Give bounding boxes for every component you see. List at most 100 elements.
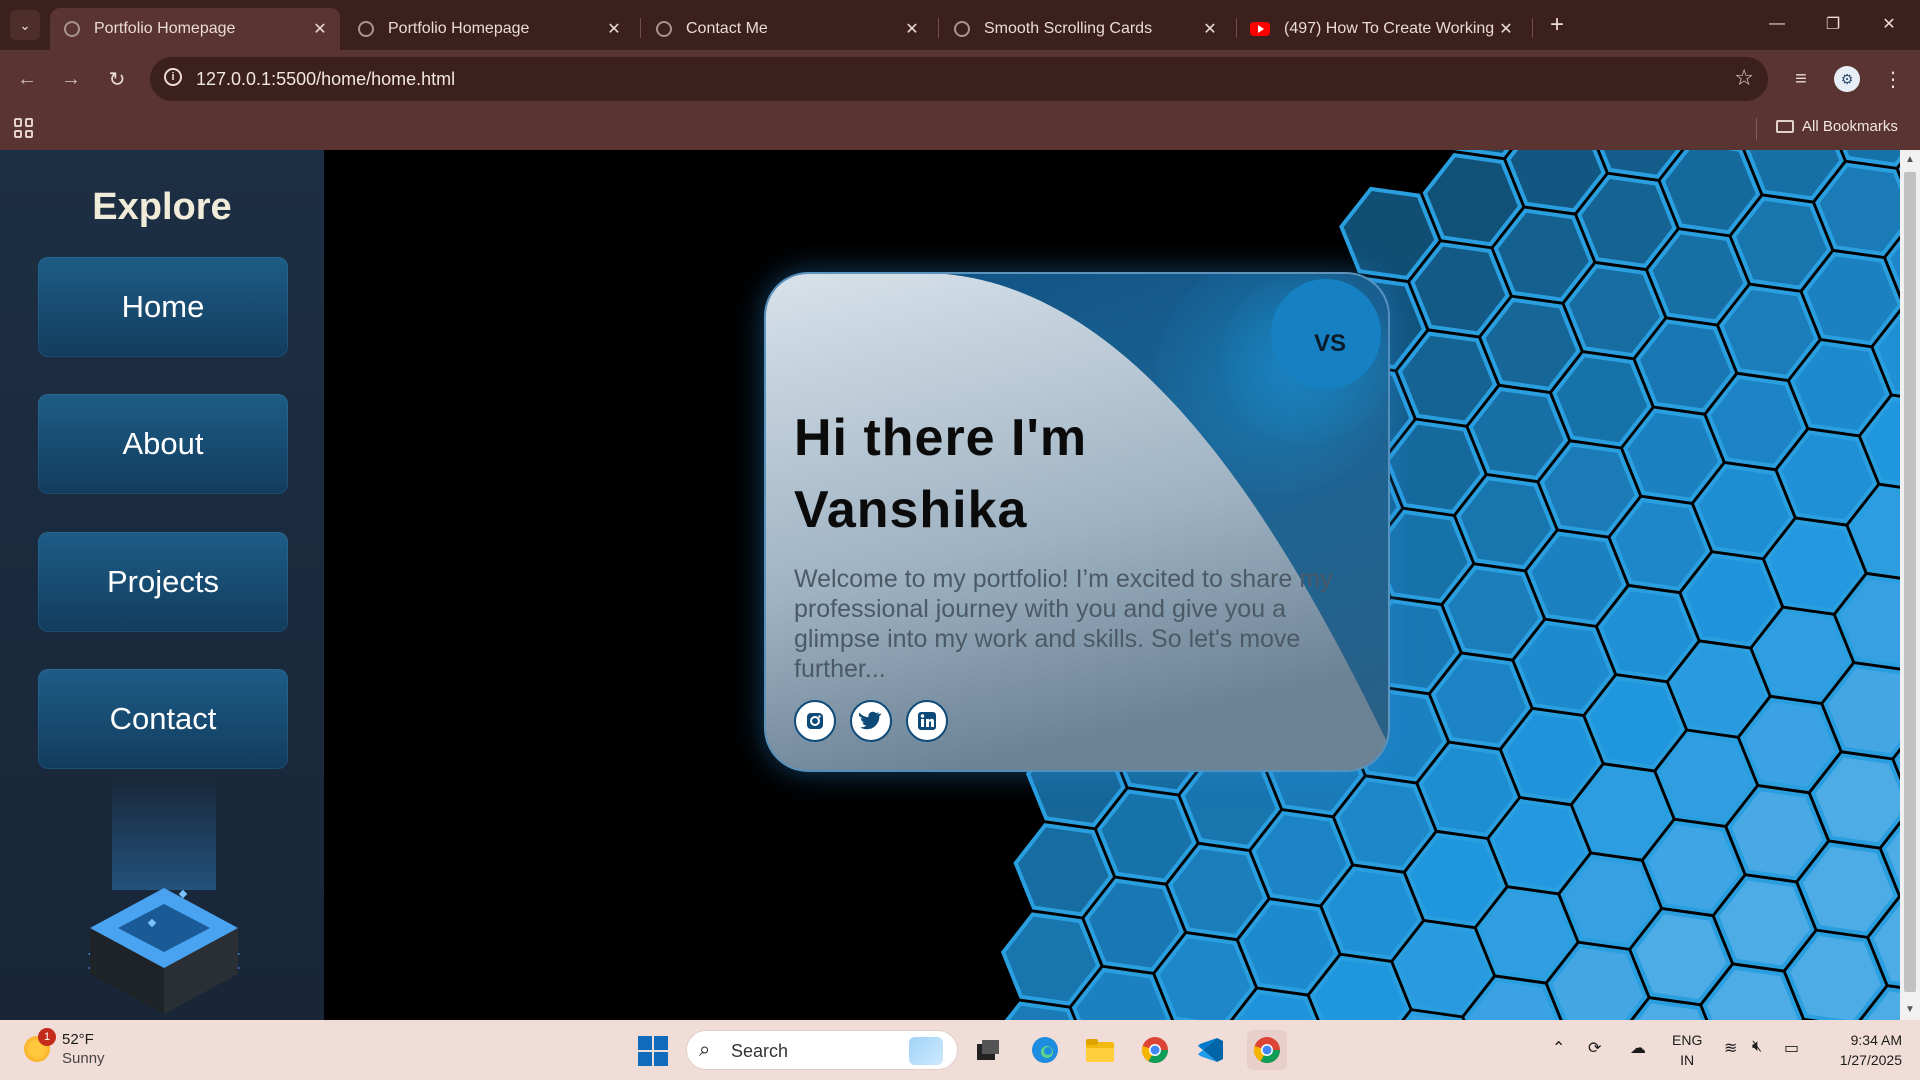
back-button[interactable]: ← bbox=[10, 62, 44, 96]
close-icon[interactable]: ✕ bbox=[308, 19, 332, 39]
youtube-icon bbox=[1250, 22, 1270, 36]
language-indicator[interactable]: ENG IN bbox=[1672, 1030, 1702, 1070]
sidebar-item-projects[interactable]: Projects bbox=[38, 532, 288, 632]
notification-badge: 1 bbox=[38, 1028, 56, 1046]
sync-icon[interactable]: ⟳ bbox=[1588, 1038, 1601, 1058]
tab-youtube-video[interactable]: (497) How To Create Working C ✕ bbox=[1236, 8, 1526, 50]
hexagon-cell bbox=[1339, 186, 1439, 281]
sidebar-item-home[interactable]: Home bbox=[38, 257, 288, 357]
close-icon[interactable]: ✕ bbox=[1494, 19, 1518, 39]
tab-label: (497) How To Create Working C bbox=[1284, 20, 1494, 37]
all-bookmarks-button[interactable]: All Bookmarks bbox=[1776, 118, 1898, 135]
close-icon[interactable]: ✕ bbox=[602, 19, 626, 39]
hexagon-cell bbox=[1719, 285, 1819, 379]
more-menu-icon[interactable]: ⋮ bbox=[1876, 62, 1910, 96]
hexagon-cell bbox=[1552, 353, 1652, 447]
restore-button[interactable]: ❐ bbox=[1810, 8, 1856, 40]
hexagon-cell bbox=[1418, 743, 1519, 837]
hexagon-cell bbox=[1501, 709, 1602, 804]
tab-smooth-scrolling-cards[interactable]: Smooth Scrolling Cards ✕ bbox=[940, 8, 1230, 50]
tab-portfolio-homepage[interactable]: Portfolio Homepage ✕ bbox=[344, 8, 634, 50]
close-icon[interactable]: ✕ bbox=[900, 19, 924, 39]
hexagon-cell bbox=[1560, 854, 1660, 948]
system-clock[interactable]: 9:34 AM 1/27/2025 bbox=[1822, 1030, 1902, 1070]
battery-icon[interactable]: ▭ bbox=[1784, 1038, 1799, 1058]
region-code: IN bbox=[1680, 1052, 1695, 1068]
twitter-icon[interactable] bbox=[850, 700, 892, 742]
task-view-icon[interactable] bbox=[968, 1030, 1008, 1070]
sidebar: Explore Home About Projects Contact bbox=[0, 150, 324, 1020]
sidebar-item-about[interactable]: About bbox=[38, 394, 288, 494]
hexagon-cell bbox=[1443, 565, 1544, 659]
tab-separator bbox=[1532, 18, 1533, 38]
start-button[interactable] bbox=[638, 1036, 668, 1066]
close-window-button[interactable]: ✕ bbox=[1866, 8, 1912, 40]
reload-button[interactable]: ↻ bbox=[100, 62, 134, 96]
hexagon-cell bbox=[1660, 150, 1761, 235]
chrome-icon[interactable] bbox=[1135, 1030, 1175, 1070]
hexagon-cell bbox=[1765, 519, 1865, 613]
bookmarks-bar: All Bookmarks bbox=[0, 108, 1920, 150]
scroll-down-arrow-icon[interactable]: ▼ bbox=[1900, 1002, 1920, 1018]
hexagon-cell bbox=[1731, 196, 1832, 290]
tab-contact-me[interactable]: Contact Me ✕ bbox=[642, 8, 932, 50]
hexagon-cell bbox=[1739, 697, 1840, 792]
linkedin-icon[interactable] bbox=[906, 700, 948, 742]
language-code: ENG bbox=[1672, 1032, 1703, 1048]
minimize-button[interactable]: — bbox=[1754, 8, 1800, 40]
onedrive-icon[interactable]: ☁ bbox=[1630, 1038, 1646, 1058]
url-text: 127.0.0.1:5500/home/home.html bbox=[196, 69, 456, 89]
chrome-active-icon[interactable] bbox=[1247, 1030, 1287, 1070]
page-viewport: Explore Home About Projects Contact VS H… bbox=[0, 150, 1920, 1020]
hexagon-cell bbox=[1572, 765, 1673, 859]
sun-icon: 1 bbox=[24, 1028, 56, 1062]
hexagon-cell bbox=[1798, 842, 1898, 936]
hexagon-cell bbox=[1668, 642, 1769, 736]
weather-widget[interactable]: 1 52°F Sunny bbox=[24, 1028, 105, 1068]
tab-portfolio-homepage-active[interactable]: Portfolio Homepage ✕ bbox=[50, 8, 340, 50]
instagram-icon[interactable] bbox=[794, 700, 836, 742]
wifi-icon[interactable]: ≋ bbox=[1724, 1038, 1737, 1058]
hexagon-cell bbox=[1514, 620, 1615, 714]
windows-taskbar: 1 52°F Sunny ⌕ Search ⌃ ⟳ ☁ ENG IN ≋ 🔇︎ … bbox=[0, 1020, 1920, 1080]
hexagon-cell bbox=[1238, 900, 1339, 994]
card-description: Welcome to my portfolio! I’m excited to … bbox=[794, 565, 1333, 683]
chevron-up-icon[interactable]: ⌃ bbox=[1552, 1038, 1565, 1058]
hexagon-cell bbox=[1251, 811, 1352, 905]
hexagon-cell bbox=[1694, 464, 1794, 558]
scrollbar-thumb[interactable] bbox=[1904, 172, 1916, 992]
hexagon-cell bbox=[1397, 331, 1498, 425]
address-bar[interactable]: i 127.0.0.1:5500/home/home.html ☆ bbox=[150, 57, 1768, 101]
new-tab-button[interactable]: + bbox=[1542, 10, 1572, 40]
site-info-icon[interactable]: i bbox=[164, 68, 182, 86]
hexagon-cell bbox=[1635, 319, 1736, 413]
hexagon-cell bbox=[1430, 654, 1531, 748]
scroll-up-arrow-icon[interactable]: ▲ bbox=[1900, 152, 1920, 168]
apps-grid-icon[interactable] bbox=[14, 118, 34, 138]
hexagon-cell bbox=[1656, 731, 1757, 825]
hexagon-cell bbox=[1785, 931, 1886, 1020]
sidebar-item-contact[interactable]: Contact bbox=[38, 669, 288, 769]
tab-separator bbox=[938, 18, 939, 38]
bookmark-star-icon[interactable]: ☆ bbox=[1734, 65, 1754, 91]
tab-strip: ⌄ Portfolio Homepage ✕ Portfolio Homepag… bbox=[0, 0, 1920, 50]
profile-avatar[interactable]: ⚙ bbox=[1834, 66, 1860, 92]
hexagon-cell bbox=[1802, 251, 1903, 346]
hexagon-cell bbox=[1539, 442, 1640, 536]
tab-search-button[interactable]: ⌄ bbox=[10, 10, 40, 40]
volume-muted-icon[interactable]: 🔇︎ bbox=[1752, 1038, 1762, 1056]
bookmarks-separator bbox=[1756, 118, 1757, 140]
globe-icon bbox=[64, 21, 80, 37]
media-controls-icon[interactable]: ≡ bbox=[1784, 62, 1818, 96]
hexagon-cell bbox=[1405, 832, 1506, 927]
forward-button[interactable]: → bbox=[54, 62, 88, 96]
taskbar-search[interactable]: ⌕ Search bbox=[686, 1030, 958, 1070]
vscode-icon[interactable] bbox=[1190, 1030, 1230, 1070]
card-title: Hi there I'm Vanshika bbox=[794, 409, 1088, 539]
tab-label: Smooth Scrolling Cards bbox=[984, 20, 1153, 37]
weather-temperature: 52°F bbox=[62, 1031, 94, 1048]
file-explorer-icon[interactable] bbox=[1080, 1030, 1120, 1070]
hexagon-cell bbox=[1623, 408, 1723, 502]
close-icon[interactable]: ✕ bbox=[1198, 19, 1222, 39]
edge-icon[interactable] bbox=[1025, 1030, 1065, 1070]
